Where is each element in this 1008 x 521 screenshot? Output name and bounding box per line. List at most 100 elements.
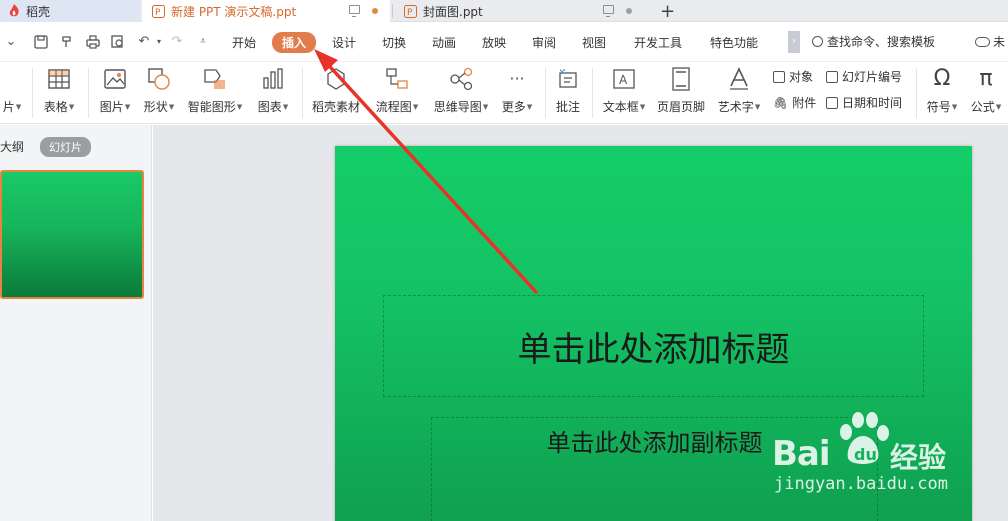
object-label: 对象 <box>789 70 814 84</box>
chevron-down-icon: ▼ <box>995 103 1002 111</box>
menu-review[interactable]: 审阅 <box>532 34 556 51</box>
chevron-down-icon: ▼ <box>124 103 131 111</box>
table-icon <box>46 66 72 92</box>
new-slide-icon <box>0 66 26 92</box>
comment-icon <box>555 66 581 92</box>
flowchart-label: 流程图 <box>375 100 412 114</box>
more-button[interactable]: ··· 更多▼ <box>498 66 536 120</box>
save-icon[interactable] <box>34 35 48 49</box>
smart-art-button[interactable]: 智能图形▼ <box>186 66 244 120</box>
tab-new-ppt[interactable]: P 新建 PPT 演示文稿.ppt <box>142 0 390 22</box>
datetime-button[interactable]: 日期和时间 <box>826 94 902 111</box>
screen-icon[interactable] <box>603 5 614 17</box>
menu-developer[interactable]: 开发工具 <box>634 34 682 51</box>
ppt-file-icon: P <box>404 4 417 18</box>
header-footer-button[interactable]: 页眉页脚 <box>656 66 706 120</box>
redo-icon[interactable]: ↷ <box>170 35 184 49</box>
wordart-button[interactable]: 艺术字▼ <box>716 66 762 120</box>
new-tab-plus-icon[interactable]: + <box>660 1 675 22</box>
tab-daoke[interactable]: 稻壳 <box>0 0 140 22</box>
title-placeholder[interactable]: 单击此处添加标题 <box>383 295 924 397</box>
command-search[interactable]: 查找命令、搜索模板 <box>812 33 935 50</box>
tab-cover-ppt[interactable]: P 封面图.ppt <box>394 0 644 22</box>
chevron-down-icon: ▼ <box>236 103 243 111</box>
watermark-url: jingyan.baidu.com <box>774 474 948 494</box>
menu-row: ⌄ ↶ ▾ ↷ ⩡ 开始 插入 设计 切换 动画 放映 审阅 视图 开发工具 特… <box>0 22 1008 62</box>
ribbon-divider <box>32 68 33 118</box>
print-icon[interactable] <box>86 35 100 49</box>
mindmap-button[interactable]: 思维导图▼ <box>430 66 492 120</box>
chevron-down-icon: ▼ <box>282 103 289 111</box>
slide-number-label: 幻灯片编号 <box>842 70 903 84</box>
wordart-label: 艺术字 <box>717 100 754 114</box>
ppt-file-icon: P <box>152 4 165 18</box>
screen-icon[interactable] <box>349 5 360 17</box>
tab-outline[interactable]: 大纲 <box>0 138 24 155</box>
symbol-label: 符号 <box>926 100 951 114</box>
menu-slideshow[interactable]: 放映 <box>482 34 506 51</box>
shape-icon <box>146 66 172 92</box>
comment-button[interactable]: 批注 <box>552 66 584 120</box>
formula-button[interactable]: π 公式▼ <box>966 66 1006 120</box>
tab-separator <box>392 4 393 18</box>
chevron-down-icon: ▼ <box>639 103 646 111</box>
menu-animation[interactable]: 动画 <box>432 34 456 51</box>
chevron-down-icon: ▼ <box>482 103 489 111</box>
chevron-down-icon: ▼ <box>754 103 761 111</box>
textbox-button[interactable]: A 文本框▼ <box>600 66 648 120</box>
chevron-down-icon: ▼ <box>68 103 75 111</box>
symbol-button[interactable]: Ω 符号▼ <box>922 66 962 120</box>
ribbon-divider <box>302 68 303 118</box>
object-button[interactable]: 对象 <box>773 68 813 85</box>
menu-special-features[interactable]: 特色功能 <box>710 34 758 51</box>
menu-insert[interactable]: 插入 <box>272 32 317 53</box>
omega-icon: Ω <box>933 66 951 91</box>
pi-icon: π <box>979 66 993 91</box>
chevron-right-icon[interactable]: › <box>788 31 800 53</box>
mindmap-icon <box>448 66 474 92</box>
undo-icon[interactable]: ↶ <box>137 35 151 49</box>
image-label: 图片 <box>99 100 124 114</box>
ribbon-divider <box>545 68 546 118</box>
comment-label: 批注 <box>555 100 580 114</box>
menu-transition[interactable]: 切换 <box>382 34 406 51</box>
chevron-down-icon[interactable]: ⌄ <box>4 35 18 49</box>
tab-slides[interactable]: 幻灯片 <box>40 137 91 157</box>
ribbon-divider <box>88 68 89 118</box>
header-footer-icon <box>668 66 694 92</box>
paw-logo-icon: du <box>840 412 889 464</box>
customize-toolbar-icon[interactable]: ⩡ <box>196 35 210 49</box>
undo-dropdown-icon[interactable]: ▾ <box>152 35 166 49</box>
daoke-logo-icon <box>8 4 20 18</box>
daoke-material-button[interactable]: 稻壳素材 <box>310 66 362 120</box>
shape-button[interactable]: 形状▼ <box>140 66 178 120</box>
cloud-sync[interactable]: 未 <box>975 33 1005 50</box>
image-button[interactable]: 图片▼ <box>96 66 134 120</box>
slide-number-button[interactable]: 幻灯片编号 <box>826 68 902 85</box>
cloud-label: 未 <box>993 35 1006 49</box>
format-painter-icon[interactable] <box>60 35 74 49</box>
flowchart-button[interactable]: 流程图▼ <box>372 66 422 120</box>
document-tab-bar: 稻壳 P 新建 PPT 演示文稿.ppt P 封面图.ppt + <box>0 0 1008 22</box>
menu-start[interactable]: 开始 <box>232 34 256 51</box>
slide-thumbnail[interactable] <box>0 170 144 299</box>
new-slide-button[interactable]: 片▼ <box>0 66 24 120</box>
watermark-brand-cn: 经验 <box>890 441 947 474</box>
tab-new-ppt-label: 新建 PPT 演示文稿.ppt <box>171 4 297 19</box>
table-label: 表格 <box>43 100 68 114</box>
close-dot-icon[interactable] <box>626 8 632 14</box>
menu-view[interactable]: 视图 <box>582 34 606 51</box>
more-label: 更多 <box>501 100 526 114</box>
menu-design[interactable]: 设计 <box>332 34 356 51</box>
datetime-label: 日期和时间 <box>842 96 903 110</box>
insert-ribbon: 片▼ 表格▼ 图片▼ 形状▼ 智能图形▼ 图表▼ 稻壳素材 流程图▼ 思维导图▼… <box>0 62 1008 124</box>
svg-text:P: P <box>407 8 413 18</box>
chart-button[interactable]: 图表▼ <box>254 66 292 120</box>
unsaved-dot-icon[interactable] <box>372 8 378 14</box>
slide-number-icon <box>826 71 838 83</box>
smart-art-icon <box>202 66 228 92</box>
new-slide-label: 片 <box>2 100 15 114</box>
table-button[interactable]: 表格▼ <box>40 66 78 120</box>
print-preview-icon[interactable] <box>111 35 125 49</box>
attachment-button[interactable]: 🖇 附件 <box>773 94 816 111</box>
